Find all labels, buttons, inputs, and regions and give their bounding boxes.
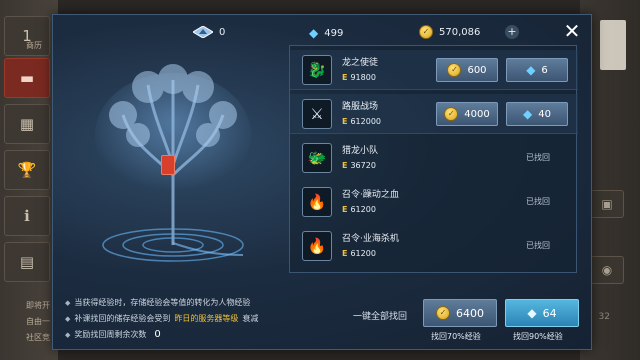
background-tab-6: ▤	[4, 242, 50, 282]
item-exp: E 91800	[342, 73, 376, 82]
info-line-2: ◆ 补课找回的储存经验会受到 昨日的服务器等级 衰减	[65, 313, 258, 324]
item-exp: E 61200	[342, 205, 376, 214]
recover-all-gold-button[interactable]: ✓ 6400	[423, 299, 497, 327]
diamond-recover-button[interactable]: ◆ 40	[506, 102, 568, 126]
gold-total: 6400	[456, 306, 484, 320]
add-currency-button[interactable]: +	[505, 25, 519, 39]
tree-icon	[95, 64, 251, 262]
claimed-status: 已找回	[526, 241, 550, 250]
gold-recover-button[interactable]: ✓ 600	[436, 58, 498, 82]
item-exp: E 612000	[342, 117, 381, 126]
exp-recovery-dialog: 0 ◆ 499 ✓ 570,086 + ✕ 🐉 龙之使徒 E 91800 ✓ 6…	[52, 14, 592, 350]
battlefield-icon: ⚔	[302, 99, 332, 129]
diamond-cost: 6	[541, 64, 548, 76]
diamond-icon: ◆	[527, 306, 537, 320]
item-exp: E 36720	[342, 161, 376, 170]
background-tab-4: 🏆	[4, 150, 50, 190]
gold-cost: 600	[467, 64, 487, 76]
currency-gold-value: 570,086	[439, 26, 481, 38]
dragon-hunt-icon: 🐲	[302, 143, 332, 173]
recover-all-diamond-button[interactable]: ◆ 64	[505, 299, 579, 327]
info-text: 当获得经验时，存储经验会等值的转化为人物经验	[74, 298, 251, 307]
recovery-list: 🐉 龙之使徒 E 91800 ✓ 600 ◆ 6 ⚔ 路服战场 E 612000 ✓…	[289, 45, 578, 273]
background-footer-3: 社区竞	[26, 333, 50, 342]
gold-cost: 4000	[464, 108, 490, 120]
tree-illustration	[93, 55, 293, 285]
summon-blood-icon: 🔥	[302, 187, 332, 217]
exp-icon: E	[342, 117, 348, 126]
list-item: ⚔ 路服战场 E 612000 ✓ 4000 ◆ 40	[290, 94, 578, 134]
item-name: 猎龙小队	[342, 146, 379, 156]
item-name: 路服战场	[342, 102, 379, 112]
claimed-status: 已找回	[526, 197, 550, 206]
list-item: 🔥 召令·业海杀机 E 61200 已找回	[290, 226, 578, 266]
bullet-icon: ◆	[65, 298, 71, 307]
red-bookmark-icon	[161, 155, 175, 175]
currency-diamond: ◆ 499	[309, 26, 343, 40]
background-tab-3: ▦	[4, 104, 50, 144]
recover-all-label: 一键全部找回	[353, 312, 408, 322]
diamond-icon: ◆	[526, 63, 536, 77]
bullet-icon: ◆	[65, 314, 71, 323]
background-eye-button: ◉	[590, 256, 624, 284]
item-name: 召令·躁动之血	[342, 190, 399, 200]
exp-value: 91800	[350, 73, 376, 82]
background-tab-5: ℹ	[4, 196, 50, 236]
diamond-cost: 40	[538, 108, 551, 120]
list-item: 🐲 猎龙小队 E 36720 已找回	[290, 138, 578, 178]
info-line-3: ◆ 奖励找回周剩余次数 0	[65, 329, 161, 340]
exp-value: 61200	[350, 205, 376, 214]
blue-triangle-icon	[193, 26, 213, 38]
claimed-status: 已找回	[526, 153, 550, 162]
item-name: 龙之使徒	[342, 58, 379, 68]
exp-value: 36720	[350, 161, 376, 170]
currency-triangle-value: 0	[219, 26, 226, 38]
exp-icon: E	[342, 249, 348, 258]
currency-diamond-value: 499	[324, 27, 344, 39]
list-item: 🔥 召令·躁动之血 E 61200 已找回	[290, 182, 578, 222]
background-side-button: ▣	[590, 190, 624, 218]
exp-value: 612000	[350, 117, 382, 126]
exp-icon: E	[342, 205, 348, 214]
diamond-caption: 找回90%经验	[513, 332, 563, 341]
item-exp: E 61200	[342, 249, 376, 258]
gold-coin-icon: ✓	[419, 25, 433, 39]
diamond-recover-button[interactable]: ◆ 6	[506, 58, 568, 82]
background-card	[600, 20, 626, 70]
gold-coin-icon: ✓	[444, 107, 459, 121]
currency-triangle: 0	[193, 26, 225, 38]
currency-gold: ✓ 570,086	[419, 25, 480, 39]
gold-recover-button[interactable]: ✓ 4000	[436, 102, 498, 126]
info-text: 补课找回的储存经验会受到	[74, 314, 171, 323]
dragon-emblem-icon: 🐉	[302, 55, 332, 85]
exp-icon: E	[342, 161, 348, 170]
diamond-icon: ◆	[523, 107, 533, 121]
background-footer-2: 自由一	[26, 317, 50, 326]
info-text: 奖励找回周剩余次数	[74, 330, 147, 339]
close-button[interactable]: ✕	[561, 21, 583, 43]
diamond-icon: ◆	[309, 26, 319, 40]
exp-value: 61200	[350, 249, 376, 258]
info-text: 衰减	[242, 314, 259, 323]
exp-icon: E	[342, 73, 348, 82]
summon-sea-icon: 🔥	[302, 231, 332, 261]
highlight-text: 昨日的服务器等级	[174, 314, 239, 323]
info-line-1: ◆ 当获得经验时，存储经验会等值的转化为人物经验	[65, 297, 250, 308]
background-number: 32	[598, 312, 610, 322]
background-tab-active: ▬	[4, 58, 50, 98]
gold-caption: 找回70%经验	[431, 332, 481, 341]
currency-bar: 0 ◆ 499 ✓ 570,086 + ✕	[53, 15, 593, 49]
background-label: 商历	[26, 41, 42, 50]
list-item: 🐉 龙之使徒 E 91800 ✓ 600 ◆ 6	[290, 50, 578, 90]
remaining-count: 0	[154, 329, 161, 340]
gold-coin-icon: ✓	[447, 63, 462, 77]
background-footer-1: 即将开	[26, 301, 50, 310]
item-name: 召令·业海杀机	[342, 234, 399, 244]
bullet-icon: ◆	[65, 330, 71, 339]
diamond-total: 64	[542, 306, 557, 320]
gold-coin-icon: ✓	[436, 306, 450, 320]
